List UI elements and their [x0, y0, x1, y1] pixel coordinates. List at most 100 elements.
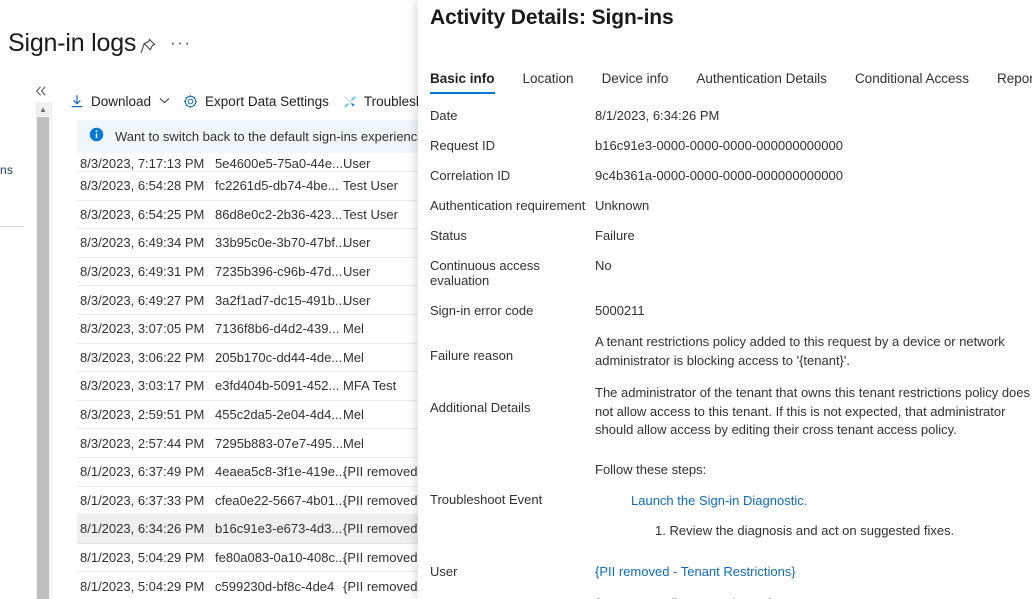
cell-user: Test User	[343, 178, 420, 193]
troubleshoot-button[interactable]: Troubleshoo	[342, 94, 420, 109]
cell-user: MFA Test	[343, 378, 420, 393]
field-value: {PII Removed}user.onmicrosoft.com	[595, 596, 1032, 599]
table-row[interactable]: 8/3/2023, 6:49:31 PM 7235b396-c96b-47d..…	[77, 258, 420, 287]
gear-icon	[183, 94, 198, 109]
cell-request-id: e3fd404b-5091-452...	[215, 378, 343, 393]
field-label: Correlation ID	[430, 168, 595, 183]
cell-request-id: 86d8e0c2-2b36-423...	[215, 207, 343, 222]
table-row-selected[interactable]: 8/1/2023, 6:34:26 PM b16c91e3-e673-4d3..…	[77, 515, 420, 544]
collapse-blade-icon[interactable]	[35, 85, 48, 99]
field-label: Failure reason	[430, 333, 595, 363]
cell-user: {PII removed -	[343, 550, 420, 565]
cell-user: User	[343, 156, 420, 171]
field-user: User {PII removed - Tenant Restrictions}	[430, 564, 1032, 579]
ellipsis-icon[interactable]: ···	[170, 34, 191, 52]
field-additional-details: Additional Details The administrator of …	[430, 384, 1032, 440]
table-row[interactable]: 8/3/2023, 6:54:25 PM 86d8e0c2-2b36-423..…	[77, 201, 420, 230]
cell-date: 8/3/2023, 2:59:51 PM	[77, 407, 215, 422]
tab-device-info[interactable]: Device info	[602, 71, 669, 94]
table-row[interactable]: 8/3/2023, 6:49:27 PM 3a2f1ad7-dc15-491b.…	[77, 286, 420, 315]
field-label: Username	[430, 596, 595, 599]
table-row[interactable]: 8/3/2023, 3:06:22 PM 205b170c-dd44-4de..…	[77, 344, 420, 373]
left-divider	[0, 226, 24, 227]
table-row[interactable]: 8/1/2023, 5:04:29 PM fe80a083-0a10-408c.…	[77, 544, 420, 573]
pin-icon[interactable]	[139, 37, 157, 55]
triangle-up-icon[interactable]: ▲	[37, 103, 49, 116]
cell-user: {PII removed -	[343, 521, 420, 536]
field-sign-in-error-code: Sign-in error code 5000211	[430, 303, 1032, 318]
table-row[interactable]: 8/3/2023, 6:49:34 PM 33b95c0e-3b70-47bf.…	[77, 229, 420, 258]
field-label: User	[430, 564, 595, 579]
sign-ins-table[interactable]: 8/3/2023, 7:17:13 PM 5e4600e5-75a0-44e..…	[77, 150, 420, 599]
basic-info-fields: Date 8/1/2023, 6:34:26 PM Request ID b16…	[430, 108, 1032, 599]
field-correlation-id: Correlation ID 9c4b361a-0000-0000-0000-0…	[430, 168, 1032, 183]
cell-request-id: 3a2f1ad7-dc15-491b...	[215, 293, 343, 308]
table-row[interactable]: 8/3/2023, 7:17:13 PM 5e4600e5-75a0-44e..…	[77, 150, 420, 172]
field-troubleshoot-event: Troubleshoot Event Follow these steps: L…	[430, 462, 1032, 538]
table-row[interactable]: 8/1/2023, 6:37:49 PM 4eaea5c8-3f1e-419e.…	[77, 458, 420, 487]
app-root: ns Sign-in logs ··· ▲	[0, 0, 1032, 599]
download-button[interactable]: Download	[70, 94, 170, 109]
sign-in-diagnostic-link[interactable]: Launch the Sign-in Diagnostic.	[631, 493, 807, 508]
user-link[interactable]: {PII removed - Tenant Restrictions}	[595, 564, 796, 579]
field-label: Status	[430, 228, 595, 243]
cell-date: 8/3/2023, 6:49:34 PM	[77, 235, 215, 250]
cell-date: 8/1/2023, 6:37:33 PM	[77, 493, 215, 508]
scrollbar-thumb[interactable]	[37, 117, 49, 599]
cell-request-id: cfea0e22-5667-4b01...	[215, 493, 343, 508]
cell-date: 8/3/2023, 3:06:22 PM	[77, 350, 215, 365]
cell-request-id: 455c2da5-2e04-4d4...	[215, 407, 343, 422]
blade-toolbar: Download Export Data Settings	[70, 88, 420, 114]
cell-request-id: 33b95c0e-3b70-47bf...	[215, 235, 343, 250]
switch-experience-banner[interactable]: Want to switch back to the default sign-…	[77, 120, 420, 153]
table-row[interactable]: 8/1/2023, 5:04:29 PM c599230d-bf8c-4de4 …	[77, 572, 420, 599]
panel-title: Activity Details: Sign-ins	[430, 6, 674, 30]
field-continuous-access-evaluation: Continuous access evaluation No	[430, 258, 1032, 288]
download-label: Download	[91, 94, 151, 109]
field-label: Continuous access evaluation	[430, 258, 595, 288]
field-label: Request ID	[430, 138, 595, 153]
field-date: Date 8/1/2023, 6:34:26 PM	[430, 108, 1032, 123]
tab-report-only[interactable]: Report-only	[997, 71, 1032, 94]
table-row[interactable]: 8/3/2023, 3:07:05 PM 7136f8b6-d4d2-439..…	[77, 315, 420, 344]
tab-authentication-details[interactable]: Authentication Details	[696, 71, 827, 94]
field-label: Date	[430, 108, 595, 123]
cell-user: Test User	[343, 207, 420, 222]
tab-location[interactable]: Location	[523, 71, 574, 94]
wrench-screwdriver-icon	[342, 94, 357, 109]
tab-conditional-access[interactable]: Conditional Access	[855, 71, 969, 94]
cell-request-id: 4eaea5c8-3f1e-419e...	[215, 464, 343, 479]
status-badge: Failure	[595, 228, 1032, 243]
cell-date: 8/1/2023, 5:04:29 PM	[77, 579, 215, 594]
cell-user: User	[343, 293, 420, 308]
cell-user: Mel	[343, 436, 420, 451]
field-value: 9c4b361a-0000-0000-0000-000000000000	[595, 168, 1032, 183]
left-partial-nav-text: ns	[0, 163, 13, 177]
info-circle-icon	[89, 127, 104, 147]
field-value: {PII removed - Tenant Restrictions}	[595, 564, 1032, 579]
sign-in-logs-blade: ns Sign-in logs ··· ▲	[0, 0, 420, 599]
field-authentication-requirement: Authentication requirement Unknown	[430, 198, 1032, 213]
table-row[interactable]: 8/1/2023, 6:37:33 PM cfea0e22-5667-4b01.…	[77, 487, 420, 516]
chevron-down-icon[interactable]	[159, 96, 170, 107]
banner-text: Want to switch back to the default sign-…	[115, 129, 420, 144]
field-label: Sign-in error code	[430, 303, 595, 318]
field-label: Authentication requirement	[430, 198, 595, 213]
field-value: Unknown	[595, 198, 1032, 213]
field-value: 5000211	[595, 303, 1032, 318]
field-value: A tenant restrictions policy added to th…	[595, 333, 1032, 370]
table-row[interactable]: 8/3/2023, 6:54:28 PM fc2261d5-db74-4be..…	[77, 172, 420, 201]
table-row[interactable]: 8/3/2023, 2:59:51 PM 455c2da5-2e04-4d4..…	[77, 401, 420, 430]
cell-request-id: fc2261d5-db74-4be...	[215, 178, 343, 193]
table-row[interactable]: 8/3/2023, 3:03:17 PM e3fd404b-5091-452..…	[77, 372, 420, 401]
cell-request-id: 205b170c-dd44-4de...	[215, 350, 343, 365]
table-row[interactable]: 8/3/2023, 2:57:44 PM 7295b883-07e7-495..…	[77, 429, 420, 458]
export-data-settings-button[interactable]: Export Data Settings	[183, 94, 329, 109]
page-title: Sign-in logs	[8, 29, 136, 58]
cell-request-id: 5e4600e5-75a0-44e...	[215, 156, 343, 171]
cell-user: {PII removed -	[343, 579, 420, 594]
troubleshoot-step: 1. Review the diagnosis and act on sugge…	[655, 523, 1032, 538]
tab-basic-info[interactable]: Basic info	[430, 71, 495, 94]
troubleshoot-label: Troubleshoo	[364, 94, 420, 109]
field-value: The administrator of the tenant that own…	[595, 384, 1032, 440]
